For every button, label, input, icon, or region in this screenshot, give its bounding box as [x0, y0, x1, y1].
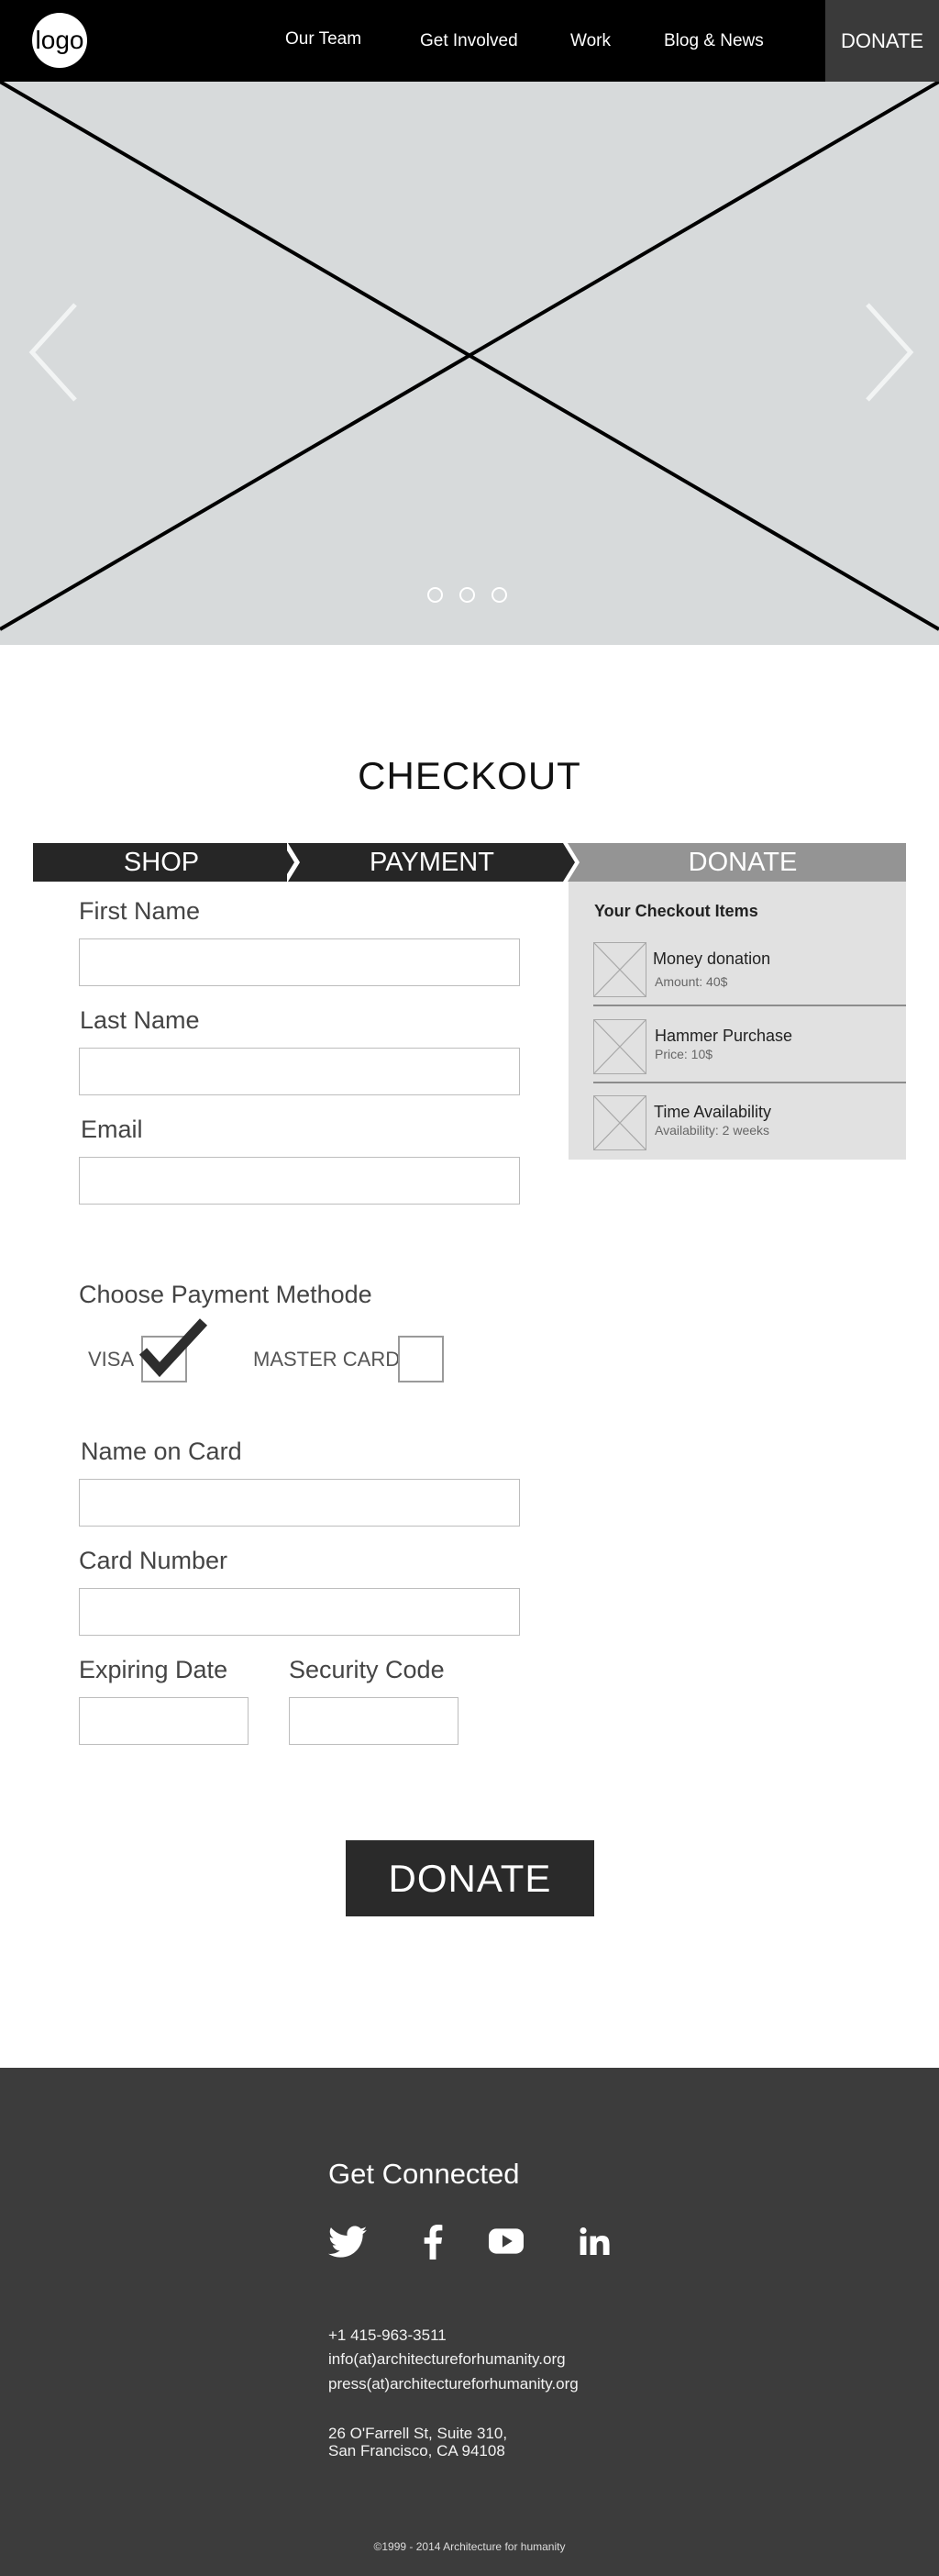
facebook-icon[interactable] [423, 2225, 443, 2260]
nav-get-involved[interactable]: Get Involved [420, 31, 518, 51]
visa-checkbox[interactable] [138, 1318, 208, 1382]
item-name: Money donation [653, 949, 771, 968]
payment-method-title: Choose Payment Methode [79, 1281, 372, 1308]
footer-title: Get Connected [328, 2158, 520, 2190]
page-title: CHECKOUT [358, 754, 581, 797]
carousel-dot[interactable] [459, 587, 475, 603]
expiring-date-label: Expiring Date [79, 1656, 228, 1683]
list-item: Time Availability Availability: 2 weeks [569, 1088, 906, 1165]
name-on-card-label: Name on Card [81, 1438, 242, 1465]
security-code-field[interactable] [289, 1697, 458, 1745]
footer-address-line2: San Francisco, CA 94108 [328, 2442, 505, 2459]
image-placeholder-icon [593, 942, 646, 997]
site-footer: Get Connected +1 415-963-3511 info(at)ar… [0, 2068, 939, 2576]
footer-email-info[interactable]: info(at)architectureforhumanity.org [328, 2350, 566, 2369]
list-item: Money donation Amount: 40$ [569, 935, 906, 1012]
checkout-items-panel: Your Checkout Items Money donation Amoun… [569, 882, 906, 1160]
nav-work[interactable]: Work [570, 31, 611, 51]
item-detail: Availability: 2 weeks [655, 1123, 770, 1138]
email-label: Email [81, 1116, 143, 1143]
chevron-right-icon[interactable] [860, 302, 915, 403]
divider [593, 1005, 906, 1006]
item-name: Time Availability [654, 1103, 772, 1121]
email-field[interactable] [79, 1157, 520, 1205]
carousel-dots [427, 587, 507, 603]
image-placeholder-icon [0, 82, 939, 631]
last-name-label: Last Name [80, 1006, 200, 1034]
footer-email-press[interactable]: press(at)architectureforhumanity.org [328, 2375, 579, 2393]
site-header: logo Our Team Get Involved Work Blog & N… [0, 0, 939, 82]
item-detail: Amount: 40$ [655, 974, 728, 989]
chevron-left-icon[interactable] [28, 302, 83, 403]
first-name-field[interactable] [79, 938, 520, 986]
image-placeholder-icon [593, 1019, 646, 1074]
expiring-date-field[interactable] [79, 1697, 249, 1745]
step-donate[interactable]: DONATE [580, 843, 906, 882]
image-placeholder-icon [593, 1095, 646, 1150]
step-shop[interactable]: SHOP [33, 843, 290, 882]
last-name-field[interactable] [79, 1048, 520, 1095]
logo[interactable]: logo [32, 13, 87, 68]
checkout-items-title: Your Checkout Items [594, 902, 758, 920]
name-on-card-field[interactable] [79, 1479, 520, 1527]
hero-carousel [0, 82, 939, 645]
security-code-label: Security Code [289, 1656, 445, 1683]
card-number-field[interactable] [79, 1588, 520, 1636]
checkmark-icon [138, 1318, 208, 1378]
mastercard-checkbox[interactable] [398, 1336, 444, 1382]
header-donate-button[interactable]: DONATE [825, 0, 939, 82]
list-item: Hammer Purchase Price: 10$ [569, 1012, 906, 1089]
item-detail: Price: 10$ [655, 1047, 713, 1061]
divider [593, 1082, 906, 1083]
carousel-dot[interactable] [427, 587, 443, 603]
nav-our-team[interactable]: Our Team [285, 29, 361, 50]
card-number-label: Card Number [79, 1547, 228, 1574]
item-name: Hammer Purchase [655, 1027, 793, 1045]
footer-phone[interactable]: +1 415-963-3511 [328, 2326, 447, 2345]
visa-label: VISA [88, 1348, 135, 1371]
nav-blog-news[interactable]: Blog & News [664, 31, 764, 51]
first-name-label: First Name [79, 897, 201, 925]
copyright: ©1999 - 2014 Architecture for humanity [373, 2540, 566, 2553]
mastercard-label: MASTER CARD [253, 1348, 401, 1371]
twitter-icon[interactable] [328, 2226, 367, 2259]
footer-address-line1: 26 O'Farrell St, Suite 310, [328, 2425, 508, 2442]
checkout-steps: SHOP PAYMENT DONATE [33, 843, 906, 882]
step-payment[interactable]: PAYMENT [299, 843, 565, 882]
donate-button[interactable]: DONATE [346, 1840, 594, 1916]
carousel-dot[interactable] [492, 587, 507, 603]
youtube-icon[interactable] [489, 2228, 524, 2254]
linkedin-icon[interactable] [580, 2227, 611, 2255]
